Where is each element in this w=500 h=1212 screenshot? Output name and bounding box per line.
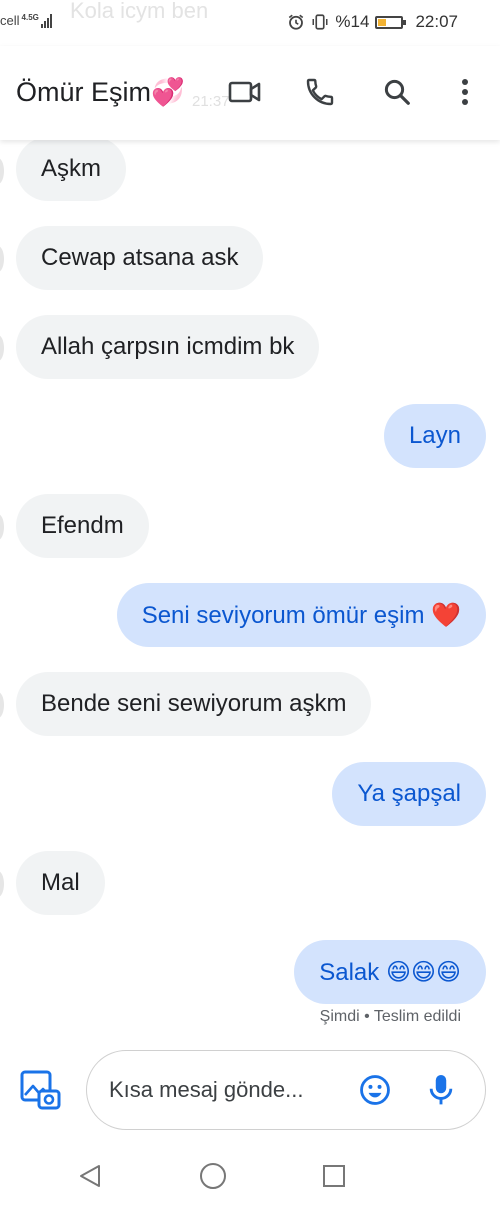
alarm-icon (287, 13, 305, 31)
delivery-status: Şimdi • Teslim edildi (319, 1008, 461, 1025)
avatar (0, 335, 4, 361)
ghost-timestamp: 21:37 (192, 93, 230, 110)
message-list[interactable]: Aşkm Cewap atsana ask Allah çarpsın icmd… (0, 137, 500, 1044)
message-incoming[interactable]: Aşkm (16, 137, 126, 201)
avatar (0, 692, 4, 718)
message-incoming[interactable]: Allah çarpsın icmdim bk (16, 315, 320, 379)
search-icon[interactable] (379, 74, 415, 110)
battery-icon (375, 15, 407, 29)
message-outgoing[interactable]: Salak 😄😄😄 (294, 940, 486, 1004)
message-incoming[interactable]: Mal (16, 851, 105, 915)
network-type: 4.5G (21, 13, 39, 22)
battery-percent: %14 (335, 12, 370, 31)
signal-icon (40, 14, 52, 28)
message-input-placeholder: Kısa mesaj gönde... (109, 1077, 304, 1102)
system-navigation-bar (0, 1144, 500, 1212)
microphone-icon[interactable] (423, 1072, 459, 1108)
back-icon[interactable] (74, 1160, 106, 1192)
more-vert-icon[interactable] (447, 74, 483, 110)
video-call-icon[interactable] (227, 74, 263, 110)
home-icon[interactable] (197, 1160, 229, 1192)
gallery-icon[interactable] (18, 1068, 62, 1112)
message-incoming[interactable]: Cewap atsana ask (16, 226, 264, 290)
contact-name[interactable]: Ömür Eşim💞 (16, 76, 185, 108)
emoji-icon[interactable] (357, 1072, 393, 1108)
avatar (0, 158, 4, 184)
carrier-label: cell (0, 13, 20, 28)
message-incoming[interactable]: Efendm (16, 494, 149, 558)
conversation-header: 21:37 Ömür Eşim💞 (0, 46, 500, 140)
phone-icon[interactable] (302, 74, 338, 110)
status-left: cell 4.5G (0, 13, 52, 28)
message-input[interactable]: Kısa mesaj gönde... (86, 1050, 486, 1130)
avatar (0, 514, 4, 540)
message-outgoing[interactable]: Layn (383, 404, 486, 468)
compose-bar: Kısa mesaj gönde... (0, 1044, 500, 1144)
ghost-notification-text: Kola icym ben (70, 0, 209, 23)
status-bar: cell 4.5G Kola icym ben %14 22:07 (0, 0, 500, 46)
avatar (0, 871, 4, 897)
vibrate-icon (311, 13, 329, 31)
message-outgoing[interactable]: Ya şapşal (332, 762, 486, 826)
message-outgoing[interactable]: Seni seviyorum ömür eşim ❤️ (116, 583, 486, 647)
clock: 22:07 (415, 12, 458, 31)
message-incoming[interactable]: Bende seni sewiyorum aşkm (16, 672, 372, 736)
avatar (0, 246, 4, 272)
status-right: %14 22:07 (287, 12, 458, 32)
recents-icon[interactable] (318, 1160, 350, 1192)
